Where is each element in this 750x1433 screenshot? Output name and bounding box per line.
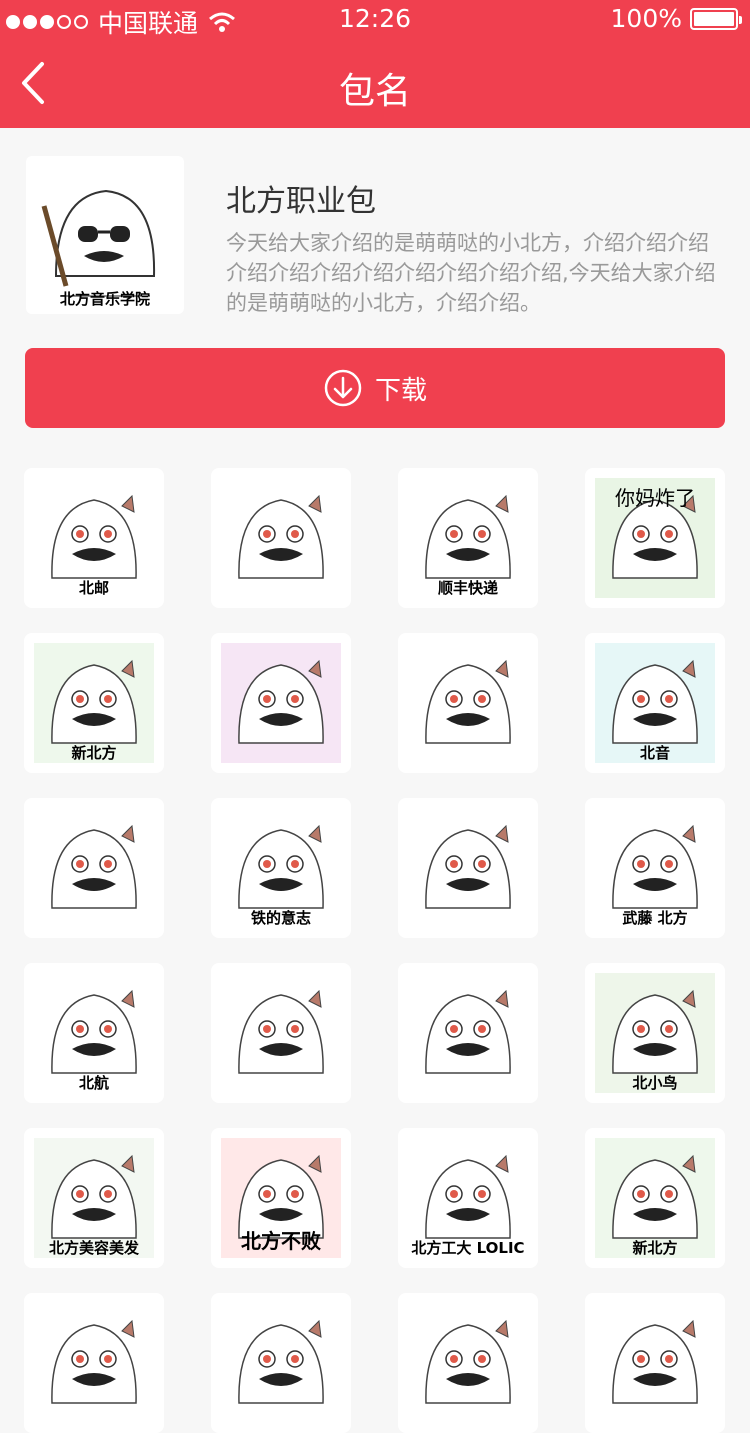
package-cover-image: 北方音乐学院 [26, 156, 184, 314]
sticker-character-icon [408, 643, 528, 763]
sticker-tile[interactable] [585, 1293, 725, 1433]
sticker-caption: 新北方 [632, 1239, 678, 1257]
download-icon [324, 369, 362, 407]
sticker-tile[interactable] [398, 633, 538, 773]
sticker-tile[interactable]: 北小鸟 [585, 963, 725, 1103]
sticker-tile[interactable] [24, 798, 164, 938]
sticker-character-icon [408, 1303, 528, 1423]
sticker-tile[interactable]: 顺丰快递 [398, 468, 538, 608]
download-label: 下载 [374, 375, 427, 406]
sticker-tile[interactable] [398, 798, 538, 938]
sticker-tile[interactable]: 北音 [585, 633, 725, 773]
sticker-tile[interactable]: 新北方 [585, 1128, 725, 1268]
sticker-tile[interactable] [211, 963, 351, 1103]
sticker-tile[interactable] [398, 1293, 538, 1433]
sticker-caption: 你妈炸了 [615, 486, 695, 510]
status-bar: 中国联通 12:26 100% [0, 0, 750, 40]
download-button[interactable]: 下载 [25, 348, 725, 428]
nav-bar: 包名 [0, 40, 750, 128]
page-title: 包名 [338, 71, 411, 112]
sticker-tile[interactable]: 北方美容美发 [24, 1128, 164, 1268]
sticker-tile[interactable]: 北航 [24, 963, 164, 1103]
sticker-caption: 北邮 [78, 579, 109, 597]
package-cover-caption: 北方音乐学院 [59, 290, 150, 308]
sticker-caption: 武藤 北方 [622, 909, 688, 927]
sticker-caption: 北方不败 [241, 1229, 321, 1253]
sticker-character-icon [595, 1303, 715, 1423]
sticker-caption: 北航 [78, 1074, 109, 1092]
sticker-character-icon [34, 808, 154, 928]
sticker-caption: 新北方 [71, 744, 117, 762]
sticker-caption: 北小鸟 [632, 1074, 678, 1092]
sticker-tile[interactable]: 新北方 [24, 633, 164, 773]
sticker-tile[interactable] [211, 468, 351, 608]
battery-percent: 100% [610, 4, 682, 33]
sticker-tile[interactable]: 北邮 [24, 468, 164, 608]
sticker-tile[interactable]: 北方工大 LOLIC [398, 1128, 538, 1268]
sticker-character-icon [221, 478, 341, 598]
sticker-tile[interactable]: 武藤 北方 [585, 798, 725, 938]
sticker-caption: 北方工大 LOLIC [411, 1239, 525, 1257]
sticker-caption: 北音 [639, 744, 670, 762]
sticker-character-icon [34, 1303, 154, 1423]
battery-icon [690, 7, 742, 30]
sticker-caption: 顺丰快递 [437, 579, 498, 597]
sticker-tile[interactable]: 铁的意志 [211, 798, 351, 938]
sticker-tile[interactable]: 你妈炸了 [585, 468, 725, 608]
sticker-tile[interactable] [211, 1293, 351, 1433]
sticker-character-icon [408, 808, 528, 928]
sticker-character-icon [408, 973, 528, 1093]
sticker-caption: 北方美容美发 [48, 1239, 139, 1257]
sticker-character-icon [221, 973, 341, 1093]
sticker-character-icon [221, 1303, 341, 1423]
sticker-tile[interactable] [398, 963, 538, 1103]
sticker-tile[interactable] [211, 633, 351, 773]
sticker-caption: 铁的意志 [250, 909, 311, 927]
sticker-tile[interactable] [24, 1293, 164, 1433]
sticker-character-icon [221, 643, 341, 763]
package-description: 今天给大家介绍的是萌萌哒的小北方，介绍介绍介绍介绍介绍介绍介绍介绍介绍介绍介绍,… [226, 231, 716, 315]
package-name: 北方职业包 [226, 184, 376, 219]
sticker-tile[interactable]: 北方不败 [211, 1128, 351, 1268]
